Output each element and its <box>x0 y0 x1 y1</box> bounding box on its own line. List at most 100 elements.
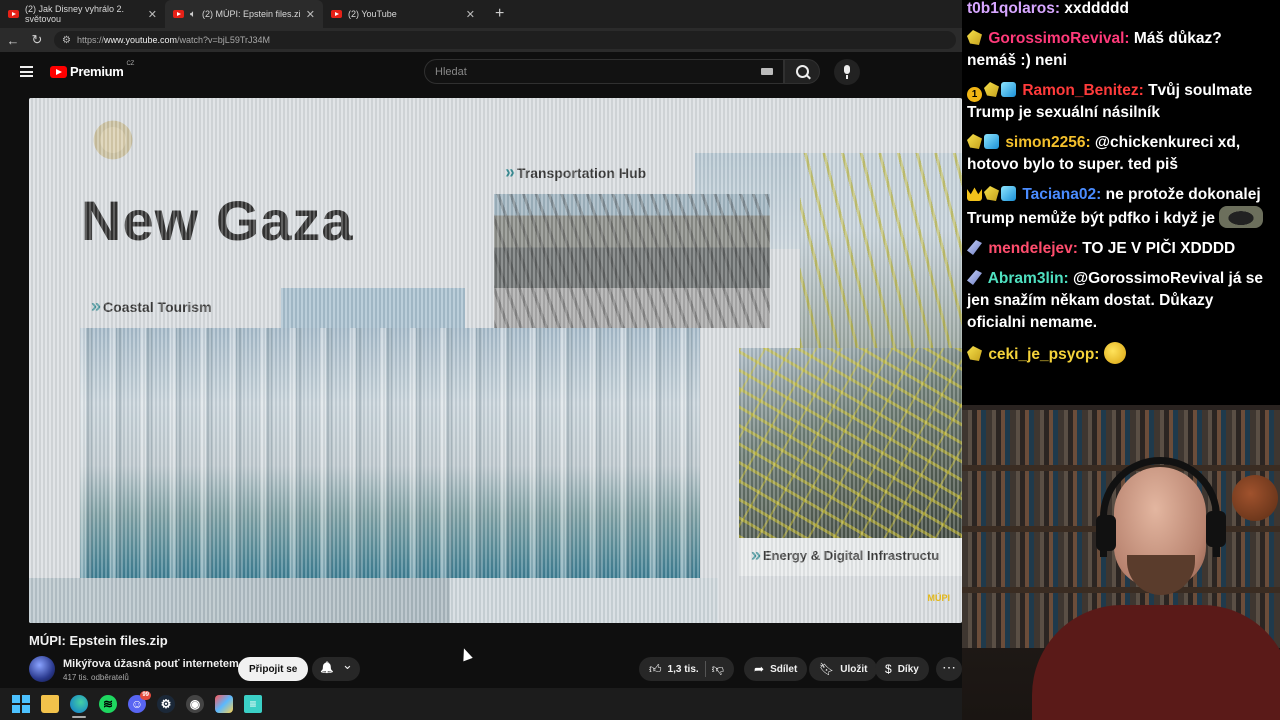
speaker-icon[interactable]: 🔈︎ <box>190 9 196 20</box>
chat-username[interactable]: t0b1qolaros <box>967 0 1055 17</box>
share-icon: ➦ <box>754 662 765 676</box>
chat-username[interactable]: mendelejev <box>988 240 1072 257</box>
thanks-button[interactable]: $ Díky <box>875 657 929 681</box>
cube-badge-icon <box>1001 82 1016 97</box>
spotify-icon[interactable]: ≋ <box>99 695 117 713</box>
like-dislike-group: 👍︎ 1,3 tis. 👎︎ <box>639 657 734 681</box>
chat-username[interactable]: Abram3lin <box>988 270 1064 287</box>
tab-label: (2) MÚPI: Epstein files.zip - Yo <box>202 9 300 19</box>
app-icon[interactable] <box>215 695 233 713</box>
channel-watermark[interactable]: MÚPI <box>928 593 951 603</box>
notification-bell-button[interactable] <box>312 657 360 681</box>
chat-username[interactable]: Taciana02 <box>1022 186 1096 203</box>
steam-icon[interactable]: ⚙ <box>157 695 175 713</box>
channel-avatar[interactable] <box>29 656 55 682</box>
join-button[interactable]: Připojit se <box>238 657 309 681</box>
chat-text: TO JE V PIČI XDDDD <box>1082 240 1236 257</box>
url-field[interactable]: ⚙ https://www.youtube.com/watch?v=bjL59T… <box>54 31 956 49</box>
energy-label: » Energy & Digital Infrastructu <box>751 545 940 565</box>
discord-badge: 99 <box>140 691 151 700</box>
sword-badge-icon <box>967 270 982 285</box>
save-label: Uložit <box>840 663 868 675</box>
like-count[interactable]: 1,3 tis. <box>668 664 699 675</box>
bookshelf-top <box>962 410 1280 465</box>
share-label: Sdílet <box>770 663 798 675</box>
browser-tab-bar: (2) Jak Disney vyhrálo 2. světovou ✕ 🔈︎ … <box>0 0 962 28</box>
youtube-favicon-icon <box>173 10 184 18</box>
chat-message: mendelejev: TO JE V PIČI XDDDD <box>967 238 1274 260</box>
chat-panel: t0b1qolaros: xxddddd GorossimoRevival: M… <box>962 0 1280 405</box>
chat-text: xxddddd <box>1064 0 1129 17</box>
bottom-band-2 <box>450 578 718 623</box>
youtube-favicon-icon <box>331 10 342 18</box>
youtube-play-icon <box>50 65 67 78</box>
new-tab-icon[interactable]: + <box>495 5 504 23</box>
keyboard-icon[interactable] <box>761 68 773 75</box>
chat-username[interactable]: Ramon_Benitez <box>1022 82 1138 99</box>
chat-username[interactable]: GorossimoRevival <box>988 30 1124 47</box>
coastal-label: » Coastal Tourism <box>91 296 212 316</box>
webcam-feed <box>962 405 1280 720</box>
save-button[interactable]: 🔖︎ Uložit <box>809 657 878 681</box>
microphone-icon[interactable] <box>834 59 860 85</box>
search-button[interactable] <box>784 59 820 84</box>
chat-message: t0b1qolaros: xxddddd <box>967 0 1129 17</box>
channel-row: Mikýřova úžasná pouť internetem 417 tis.… <box>29 656 962 684</box>
chevron-right-icon: » <box>751 545 761 565</box>
thanks-label: Díky <box>897 663 919 675</box>
person-shirt <box>1032 605 1280 720</box>
tab-label: (2) YouTube <box>348 9 397 19</box>
divider <box>704 661 706 677</box>
crown-badge-icon <box>967 187 982 201</box>
notepad-icon[interactable]: ≡ <box>244 695 262 713</box>
youtube-premium-logo[interactable]: Premium CZ <box>50 61 135 79</box>
share-button[interactable]: ➦ Sdílet <box>744 657 808 681</box>
thumbs-up-icon[interactable]: 👍︎ <box>649 662 662 677</box>
energy-image <box>739 348 962 538</box>
cube-badge-icon <box>1001 186 1016 201</box>
close-tab-icon[interactable]: ✕ <box>306 8 315 21</box>
sword-badge-icon <box>967 240 982 255</box>
discord-icon[interactable]: ☺ 99 <box>128 691 151 713</box>
file-explorer-icon[interactable] <box>41 695 59 713</box>
close-tab-icon[interactable]: ✕ <box>148 8 157 21</box>
video-title: MÚPI: Epstein files.zip <box>29 633 168 648</box>
globe <box>1232 475 1278 521</box>
cube-badge-icon <box>984 134 999 149</box>
obs-icon[interactable]: ◉ <box>186 695 204 713</box>
logo-region: CZ <box>126 61 135 67</box>
site-info-icon[interactable]: ⚙ <box>62 35 71 46</box>
edge-browser-icon[interactable] <box>70 695 88 718</box>
search-input[interactable]: Hledat <box>424 59 784 84</box>
chat-emote-icon <box>1219 206 1264 228</box>
chat-username[interactable]: ceki_je_psyop <box>988 346 1094 363</box>
slide-title: New Gaza <box>81 189 354 252</box>
crest-logo <box>81 112 145 168</box>
windows-start-icon[interactable] <box>12 695 30 713</box>
chat-message: GorossimoRevival: Máš důkaz? nemáš :) ne… <box>967 30 1222 69</box>
taskbar: ≋ ☺ 99 ⚙ ◉ ≡ <box>0 688 962 720</box>
chat-message: Taciana02: ne protože dokonalej Trump ne… <box>967 184 1274 230</box>
headphone-cup-right <box>1206 511 1226 547</box>
youtube-favicon-icon <box>8 10 19 18</box>
thumbs-down-icon[interactable]: 👎︎ <box>712 662 724 677</box>
crane-image <box>800 153 962 348</box>
back-arrow-icon[interactable]: ← <box>6 33 20 48</box>
close-tab-icon[interactable]: ✕ <box>466 8 475 21</box>
bottom-band <box>29 578 450 623</box>
chat-username[interactable]: simon2256 <box>1005 134 1085 151</box>
tab-disney[interactable]: (2) Jak Disney vyhrálo 2. světovou ✕ <box>0 0 165 28</box>
reload-icon[interactable]: ↻ <box>30 32 44 48</box>
bits-badge-icon <box>967 346 982 361</box>
tab-mupi[interactable]: 🔈︎ (2) MÚPI: Epstein files.zip - Yo ✕ <box>165 0 323 28</box>
tab-youtube[interactable]: (2) YouTube ✕ <box>323 0 483 28</box>
more-options-icon[interactable]: ⋯ <box>936 657 962 681</box>
subscriber-count: 417 tis. odběratelů <box>63 673 129 682</box>
channel-name[interactable]: Mikýřova úžasná pouť internetem <box>63 658 239 670</box>
video-player[interactable]: New Gaza » Transportation Hub » Coastal … <box>29 98 962 623</box>
headphone-cup-left <box>1096 515 1116 551</box>
transport-label: » Transportation Hub <box>505 162 647 182</box>
menu-icon[interactable] <box>20 66 33 77</box>
chat-message: simon2256: @chickenkureci xd, hotovo byl… <box>967 134 1241 173</box>
search-placeholder: Hledat <box>435 65 467 78</box>
